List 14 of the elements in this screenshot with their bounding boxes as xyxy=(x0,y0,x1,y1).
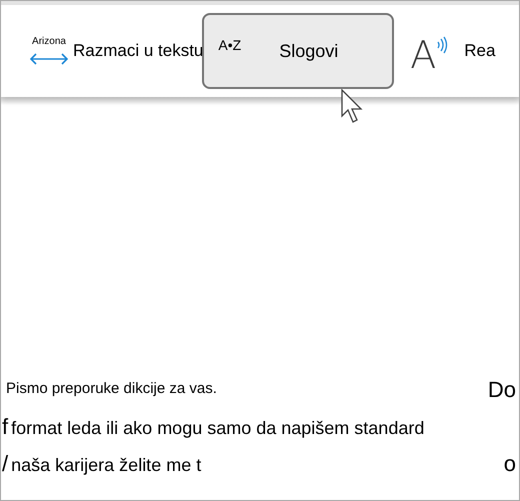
document-text: format leda ili ako mogu samo da napišem standard xyxy=(11,417,424,440)
text-fragment: f xyxy=(2,413,8,441)
letter-icon: A xyxy=(410,36,436,74)
sound-waves-icon xyxy=(436,36,448,54)
text-fragment: Do xyxy=(488,376,516,404)
toolbar-button[interactable]: A•Z Slogovi xyxy=(202,13,394,89)
double-arrow-icon xyxy=(29,53,69,65)
text-fragment: o xyxy=(504,450,516,478)
icon-caption: Arizona xyxy=(32,37,66,47)
syllable-icon: A•Z xyxy=(218,34,242,56)
document-text: naša karijera želite me t xyxy=(11,454,202,477)
text-fragment: / xyxy=(2,450,8,478)
toolbar-button[interactable]: A Rea xyxy=(408,13,498,89)
document-text: Pismo preporuke dikcije za vas. xyxy=(6,379,217,400)
